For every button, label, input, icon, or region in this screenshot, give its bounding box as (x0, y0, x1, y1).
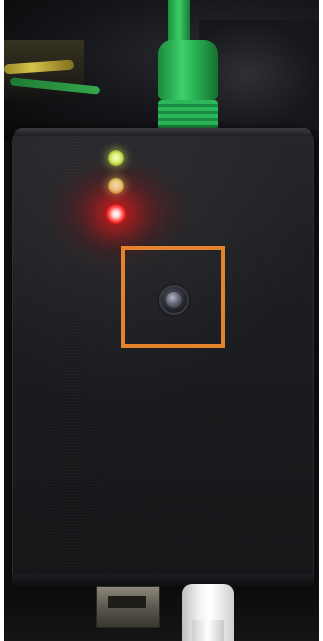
highlight-box (121, 246, 225, 348)
device-photo (0, 0, 323, 641)
photo-scene (4, 0, 319, 641)
led-middle (108, 178, 124, 194)
ethernet-cable-ridges (158, 100, 218, 130)
ethernet-cable (168, 0, 190, 45)
white-cable (192, 620, 224, 641)
usb-connector-slot (108, 596, 146, 608)
device-top-edge (14, 128, 312, 136)
led-top (108, 150, 124, 166)
bottom-background (4, 586, 319, 641)
ethernet-cable-boot (158, 40, 218, 100)
led-bottom (106, 204, 126, 224)
